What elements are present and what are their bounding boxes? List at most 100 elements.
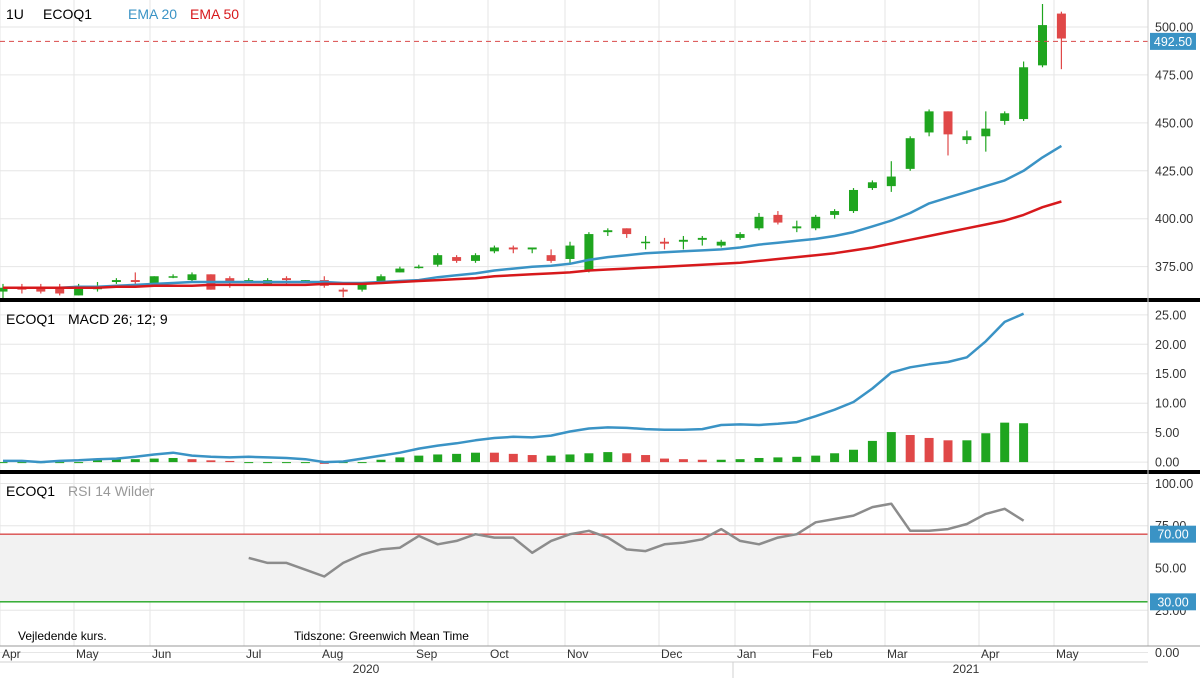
macd-histogram-bar[interactable] [697, 459, 707, 463]
candle-body[interactable] [111, 280, 121, 282]
candle-body[interactable] [433, 255, 443, 265]
candle-body[interactable] [849, 189, 858, 212]
macd-histogram-bar[interactable] [452, 453, 462, 463]
macd-histogram-bar[interactable] [584, 453, 594, 463]
candle-body[interactable] [414, 266, 424, 269]
ema50-line[interactable] [3, 200, 1062, 289]
candle-body[interactable] [943, 111, 953, 135]
stock-chart[interactable]: 500.00 475.00 450.00 425.00 400.00 375.00 25.0… [0, 0, 1200, 678]
macd-histogram-bar[interactable] [130, 459, 140, 463]
macd-histogram-bar[interactable] [1019, 423, 1029, 463]
macd-histogram-bar[interactable] [149, 458, 159, 463]
macd-histogram-bar[interactable] [641, 455, 651, 463]
macd-histogram-bar[interactable] [678, 459, 688, 463]
candle-body[interactable] [830, 211, 840, 215]
candle-body[interactable] [697, 237, 707, 240]
candle-body[interactable] [130, 280, 140, 282]
candle-body[interactable] [546, 255, 556, 261]
macd-histogram-bar[interactable] [830, 453, 840, 463]
candle-body[interactable] [924, 111, 934, 133]
macd-histogram-bar[interactable] [395, 457, 405, 463]
candle-body[interactable] [962, 136, 972, 141]
macd-histogram-bar[interactable] [886, 432, 896, 463]
rsi-indicator-label[interactable]: RSI 14 Wilder [68, 483, 155, 499]
macd-histogram-bar[interactable] [225, 460, 235, 463]
macd-histogram-bar[interactable] [263, 462, 273, 464]
candle-body[interactable] [508, 247, 518, 250]
interval-label[interactable]: 1U [6, 6, 24, 22]
macd-histogram-bar[interactable] [924, 437, 934, 463]
candle-body[interactable] [1056, 13, 1066, 39]
candle-body[interactable] [981, 128, 991, 137]
candle-body[interactable] [527, 247, 537, 250]
macd-histogram-bar[interactable] [716, 459, 726, 463]
candle-body[interactable] [735, 234, 745, 238]
macd-histogram-bar[interactable] [660, 458, 669, 463]
macd-histogram-bar[interactable] [792, 456, 802, 463]
macd-histogram-bar[interactable] [603, 452, 613, 463]
macd-histogram-bar[interactable] [414, 455, 424, 463]
macd-histogram-bar[interactable] [811, 455, 821, 463]
candle-body[interactable] [187, 274, 197, 281]
macd-histogram-bar[interactable] [508, 453, 518, 463]
macd-histogram-bar[interactable] [282, 462, 291, 464]
candle-body[interactable] [792, 226, 802, 229]
panel-separator[interactable] [0, 470, 1200, 474]
macd-line[interactable] [3, 312, 1025, 464]
candle-body[interactable] [754, 216, 764, 229]
macd-histogram-bar[interactable] [244, 462, 254, 464]
candle-body[interactable] [660, 241, 669, 244]
macd-histogram-bar[interactable] [471, 452, 480, 463]
macd-histogram-bar[interactable] [0, 462, 8, 464]
candle-body[interactable] [867, 182, 877, 189]
macd-histogram-bar[interactable] [376, 459, 386, 463]
candle-body[interactable] [452, 257, 462, 261]
macd-histogram-bar[interactable] [867, 440, 877, 463]
candle-body[interactable] [905, 138, 915, 169]
macd-histogram-bar[interactable] [773, 457, 783, 463]
candle-body[interactable] [584, 234, 594, 271]
macd-histogram-bar[interactable] [981, 433, 991, 463]
macd-histogram-bar[interactable] [433, 454, 443, 463]
macd-histogram-bar[interactable] [546, 455, 556, 463]
macd-histogram-bar[interactable] [300, 462, 310, 464]
macd-histogram-bar[interactable] [187, 459, 197, 463]
candle-body[interactable] [811, 216, 821, 229]
candle-body[interactable] [168, 276, 178, 278]
macd-histogram-bar[interactable] [735, 459, 745, 463]
candle-body[interactable] [489, 247, 499, 252]
candle-body[interactable] [1019, 67, 1029, 120]
macd-histogram-bar[interactable] [565, 454, 575, 463]
candle-body[interactable] [641, 241, 651, 244]
macd-histogram-bar[interactable] [1000, 422, 1010, 463]
macd-histogram-bar[interactable] [74, 462, 84, 464]
macd-histogram-bar[interactable] [943, 440, 953, 463]
macd-histogram-bar[interactable] [905, 435, 915, 463]
macd-histogram-bar[interactable] [962, 440, 972, 463]
candle-body[interactable] [886, 176, 896, 187]
macd-histogram-bar[interactable] [527, 455, 537, 463]
macd-histogram-bar[interactable] [206, 460, 216, 463]
macd-histogram-bar[interactable] [357, 462, 367, 464]
macd-histogram-bar[interactable] [489, 452, 499, 463]
candle-body[interactable] [773, 214, 783, 223]
candle-body[interactable] [565, 245, 575, 259]
candle-body[interactable] [282, 278, 291, 281]
macd-histogram-bar[interactable] [849, 449, 858, 463]
candle-body[interactable] [338, 289, 348, 292]
candle-body[interactable] [603, 230, 613, 233]
candle-body[interactable] [395, 268, 405, 273]
candle-body[interactable] [1000, 113, 1010, 121]
candle-body[interactable] [471, 255, 480, 261]
macd-histogram-bar[interactable] [622, 453, 632, 463]
candle-body[interactable] [716, 241, 726, 246]
macd-indicator-label[interactable]: MACD 26; 12; 9 [68, 311, 168, 327]
panel-separator[interactable] [0, 298, 1200, 302]
legend-ema20[interactable]: EMA 20 [128, 6, 177, 22]
macd-histogram-bar[interactable] [754, 457, 764, 463]
candle-body[interactable] [622, 228, 632, 235]
legend-ema50[interactable]: EMA 50 [190, 6, 239, 22]
macd-histogram-bar[interactable] [168, 457, 178, 463]
candle-body[interactable] [1038, 25, 1047, 66]
candle-body[interactable] [678, 239, 688, 242]
